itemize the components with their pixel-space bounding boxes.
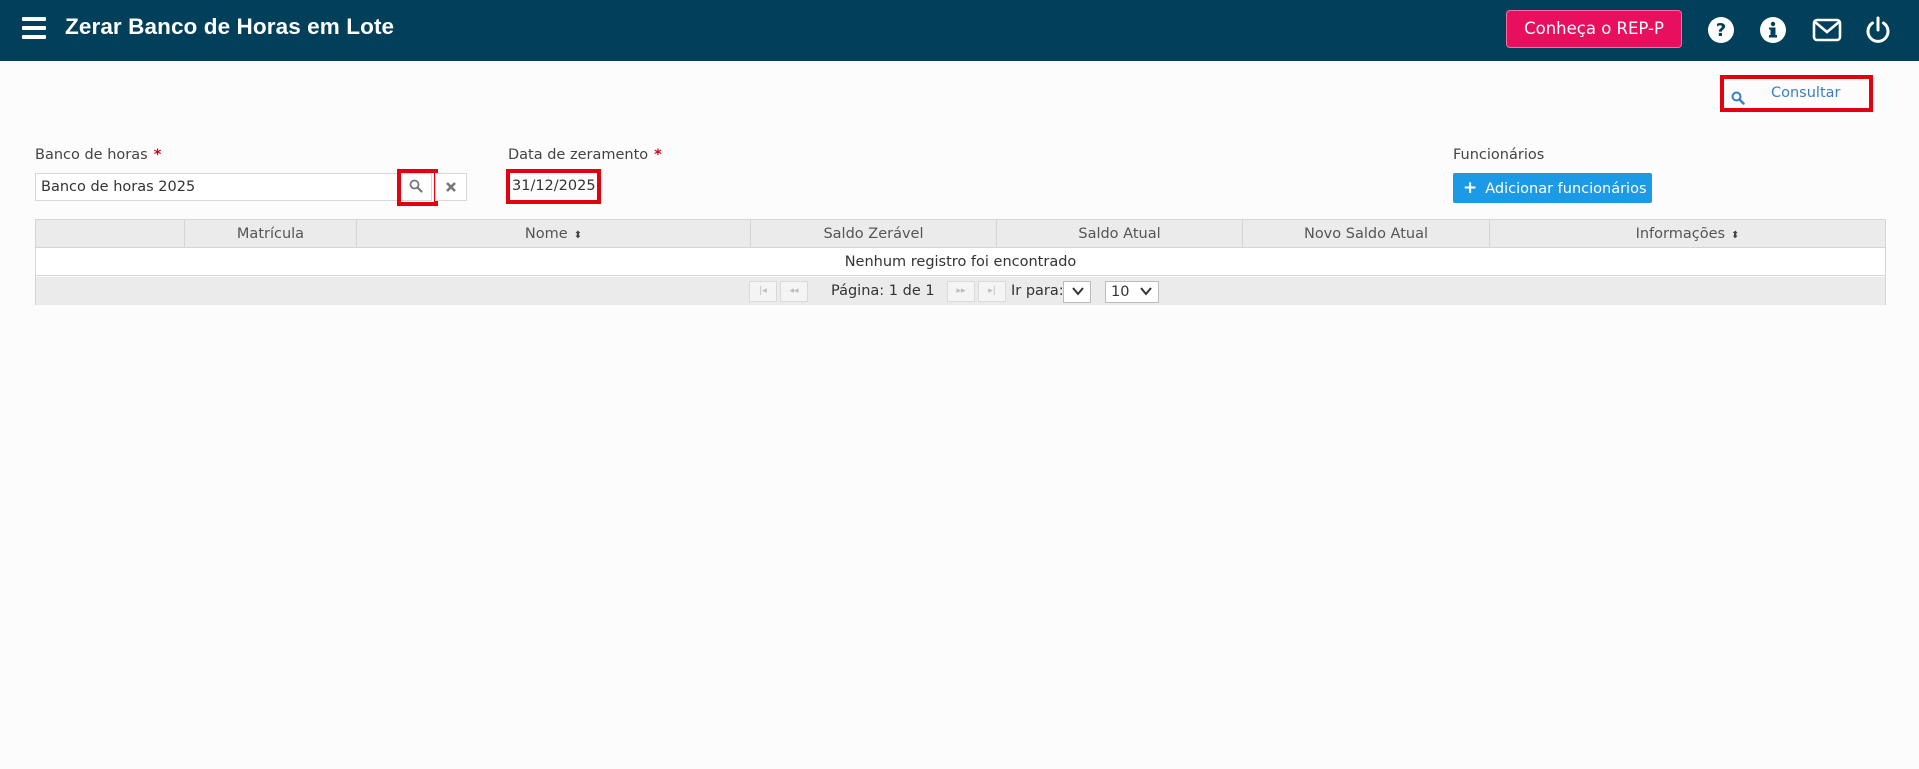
data-label: Data de zeramento * xyxy=(508,147,662,163)
banco-input[interactable]: Banco de horas 2025 xyxy=(35,173,399,201)
table-header: Matrícula Nome ⬍ Saldo Zerável Saldo Atua… xyxy=(36,220,1885,248)
info-icon[interactable] xyxy=(1758,15,1788,45)
column-header-saldo-zeravel[interactable]: Saldo Zerável xyxy=(751,220,997,248)
mail-icon[interactable] xyxy=(1812,15,1842,45)
goto-label: Ir para: xyxy=(1011,283,1064,299)
chevron-down-icon xyxy=(1071,284,1085,304)
help-icon[interactable]: ? xyxy=(1706,15,1736,45)
data-input[interactable]: 31/12/2025 xyxy=(508,173,596,201)
rep-p-button[interactable]: Conheça o REP-P xyxy=(1506,10,1682,48)
sort-icon: ⬍ xyxy=(573,230,583,241)
column-header-novo-saldo[interactable]: Novo Saldo Atual xyxy=(1243,220,1490,248)
power-icon[interactable] xyxy=(1863,15,1893,45)
column-header-saldo-atual[interactable]: Saldo Atual xyxy=(997,220,1243,248)
consultar-button[interactable]: Consultar xyxy=(1725,78,1867,109)
column-header-nome[interactable]: Nome ⬍ xyxy=(357,220,751,248)
search-icon xyxy=(1731,86,1745,117)
top-bar: Zerar Banco de Horas em Lote Conheça o R… xyxy=(0,0,1919,61)
employees-table: Matrícula Nome ⬍ Saldo Zerável Saldo Atua… xyxy=(35,219,1886,305)
menu-icon[interactable] xyxy=(22,17,46,39)
column-header-matricula[interactable]: Matrícula xyxy=(185,220,357,248)
first-page-button[interactable]: |◂ xyxy=(749,281,777,302)
prev-page-button[interactable]: ◂◂ xyxy=(780,281,808,302)
sort-icon: ⬍ xyxy=(1731,230,1740,241)
next-page-button[interactable]: ▸▸ xyxy=(947,281,975,302)
page-size-select[interactable]: 10 xyxy=(1105,281,1159,303)
pager: |◂ ◂◂ Página: 1 de 1 ▸▸ ▸| Ir para: 10 xyxy=(36,277,1885,305)
banco-clear-button[interactable] xyxy=(435,173,467,201)
add-employees-button[interactable]: + Adicionar funcionários xyxy=(1453,173,1652,203)
search-icon xyxy=(409,178,423,197)
consultar-label: Consultar xyxy=(1771,85,1841,101)
chevron-down-icon xyxy=(1139,284,1153,304)
column-checkbox xyxy=(36,220,185,248)
banco-label: Banco de horas * xyxy=(35,147,162,163)
empty-message: Nenhum registro foi encontrado xyxy=(36,248,1885,276)
banco-search-button[interactable] xyxy=(400,173,432,201)
column-header-informacoes[interactable]: Informações ⬍ xyxy=(1490,220,1885,248)
goto-page-select[interactable] xyxy=(1063,281,1091,303)
plus-icon: + xyxy=(1463,178,1478,198)
page-indicator: Página: 1 de 1 xyxy=(831,283,935,299)
last-page-button[interactable]: ▸| xyxy=(978,281,1006,302)
page-title: Zerar Banco de Horas em Lote xyxy=(65,14,395,39)
svg-text:?: ? xyxy=(1716,20,1726,41)
close-icon xyxy=(445,178,457,197)
funcionarios-label: Funcionários xyxy=(1453,147,1545,163)
